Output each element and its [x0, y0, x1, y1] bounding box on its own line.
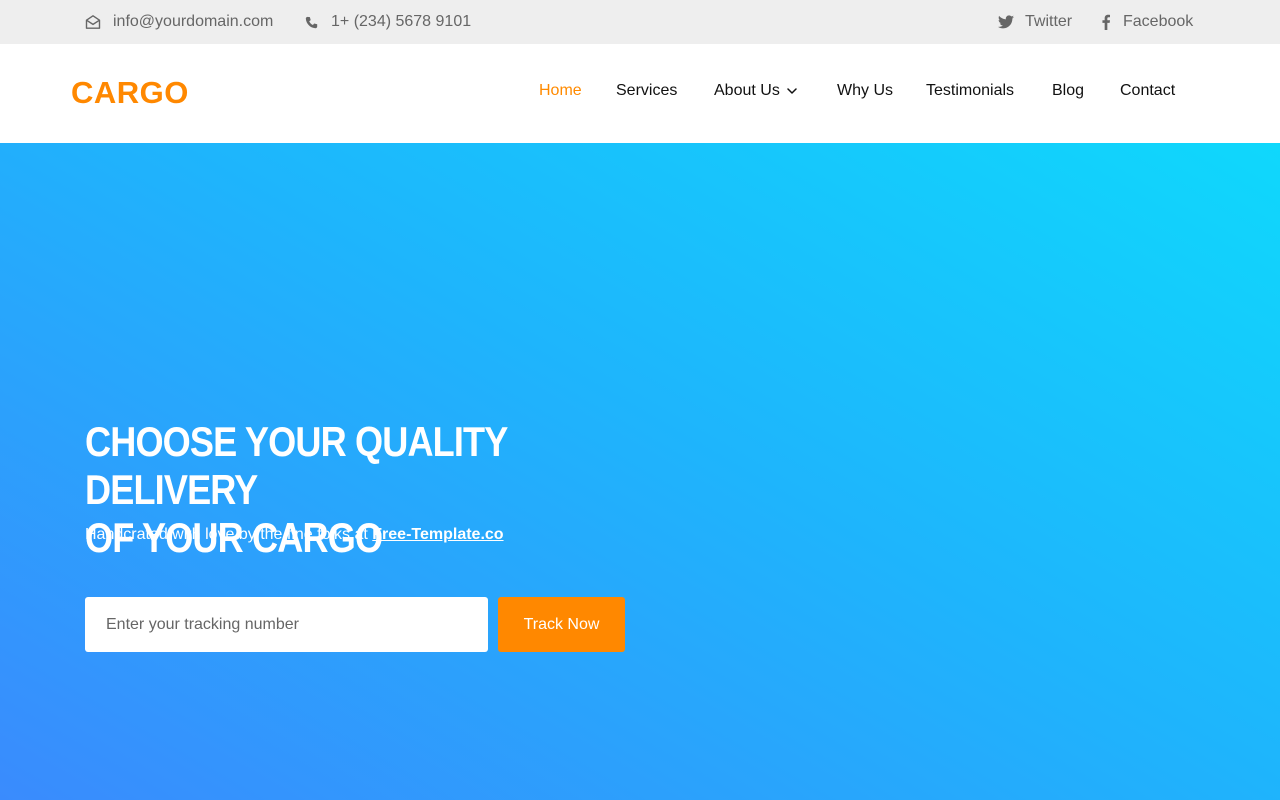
nav-item-testimonials[interactable]: Testimonials: [926, 82, 1014, 100]
facebook-link[interactable]: Facebook: [1123, 13, 1193, 31]
nav-item-services[interactable]: Services: [616, 82, 677, 100]
topbar-email[interactable]: info@yourdomain.com: [85, 0, 273, 44]
nav-item-about-us-label: About Us: [714, 82, 780, 99]
twitter-link[interactable]: Twitter: [1025, 13, 1072, 31]
hero-subtitle: Handcrated with love by the fine folks a…: [85, 526, 504, 544]
phone-text: 1+ (234) 5678 9101: [331, 13, 472, 30]
nav-item-home[interactable]: Home: [539, 82, 582, 100]
free-template-link[interactable]: Free-Template.co: [372, 526, 503, 543]
envelope-open-icon: [85, 14, 101, 30]
topbar-twitter[interactable]: Twitter: [998, 0, 1072, 44]
nav-item-about-us[interactable]: About Us: [714, 82, 797, 100]
tracking-number-input[interactable]: [85, 597, 488, 652]
main-navbar: CARGO Home Services About Us Why Us Test…: [0, 44, 1280, 143]
phone-icon: [305, 16, 318, 29]
email-text: info@yourdomain.com: [113, 13, 274, 30]
hero-section: CHOOSE YOUR QUALITY DELIVERY OF YOUR CAR…: [0, 143, 1280, 800]
nav-item-why-us[interactable]: Why Us: [837, 82, 893, 100]
topbar-facebook[interactable]: Facebook: [1102, 0, 1193, 44]
twitter-icon: [998, 15, 1014, 29]
hero-title-line-1: CHOOSE YOUR QUALITY DELIVERY: [85, 418, 508, 513]
nav-item-blog[interactable]: Blog: [1052, 82, 1084, 100]
facebook-icon: [1102, 14, 1110, 30]
track-now-button[interactable]: Track Now: [498, 597, 625, 652]
topbar-phone[interactable]: 1+ (234) 5678 9101: [305, 0, 471, 44]
nav-item-contact[interactable]: Contact: [1120, 82, 1175, 100]
chevron-down-icon: [787, 88, 797, 94]
site-logo[interactable]: CARGO: [71, 75, 189, 111]
hero-subtitle-text: Handcrated with love by the fine folks a…: [85, 526, 373, 543]
top-bar: info@yourdomain.com 1+ (234) 5678 9101 T…: [0, 0, 1280, 44]
